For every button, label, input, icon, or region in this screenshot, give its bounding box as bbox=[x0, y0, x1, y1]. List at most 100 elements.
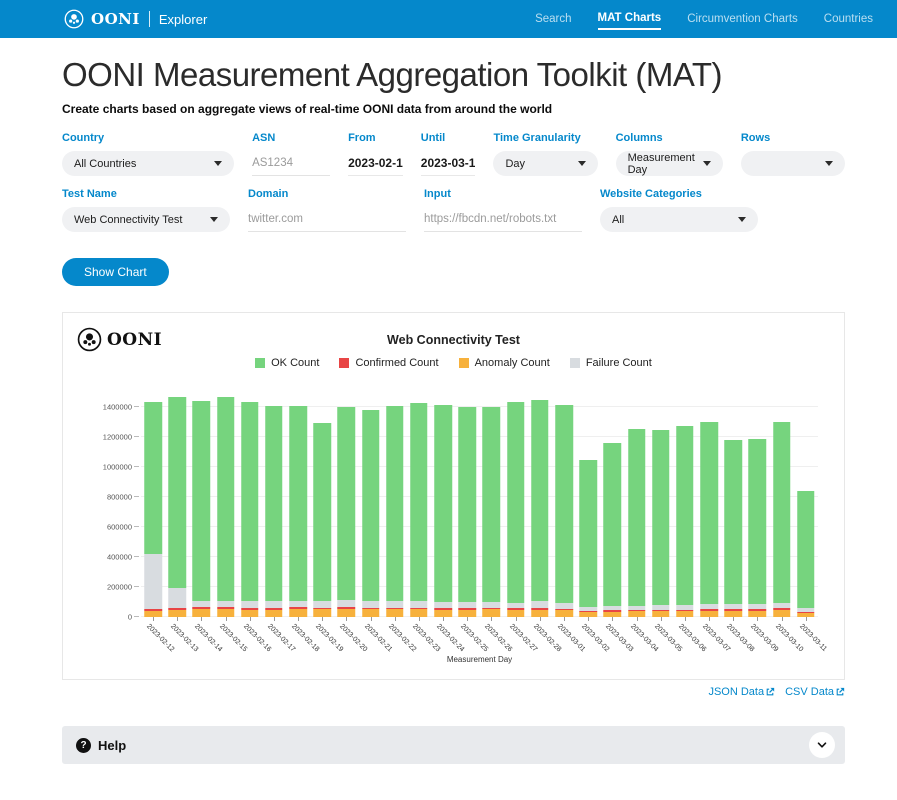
bar-2023-02-28[interactable] bbox=[531, 400, 549, 617]
bar-segment-ok-count[interactable] bbox=[749, 439, 767, 604]
bar-segment-ok-count[interactable] bbox=[797, 491, 815, 608]
bar-2023-02-25[interactable] bbox=[459, 407, 477, 617]
bar-segment-ok-count[interactable] bbox=[217, 397, 235, 600]
bar-segment-anomaly-count[interactable] bbox=[797, 613, 815, 617]
bar-segment-ok-count[interactable] bbox=[531, 400, 549, 602]
bar-segment-failure-count[interactable] bbox=[169, 588, 187, 608]
bar-segment-anomaly-count[interactable] bbox=[579, 612, 597, 617]
bar-2023-02-27[interactable] bbox=[507, 402, 525, 617]
bar-segment-ok-count[interactable] bbox=[410, 403, 428, 601]
bar-segment-ok-count[interactable] bbox=[483, 407, 501, 602]
bar-segment-ok-count[interactable] bbox=[289, 406, 307, 601]
bar-segment-anomaly-count[interactable] bbox=[555, 610, 573, 617]
until-date-input[interactable] bbox=[421, 151, 476, 176]
country-select[interactable]: All Countries bbox=[62, 151, 234, 176]
bar-segment-anomaly-count[interactable] bbox=[604, 612, 622, 617]
bar-segment-failure-count[interactable] bbox=[314, 601, 332, 608]
bar-segment-failure-count[interactable] bbox=[144, 554, 162, 609]
bar-segment-anomaly-count[interactable] bbox=[749, 611, 767, 617]
bar-segment-anomaly-count[interactable] bbox=[700, 611, 718, 617]
bar-segment-anomaly-count[interactable] bbox=[434, 610, 452, 617]
bar-2023-03-01[interactable] bbox=[555, 405, 573, 617]
bar-segment-anomaly-count[interactable] bbox=[628, 611, 646, 617]
nav-mat-charts[interactable]: MAT Charts bbox=[598, 8, 662, 30]
nav-circumvention-charts[interactable]: Circumvention Charts bbox=[687, 9, 798, 29]
bar-segment-ok-count[interactable] bbox=[773, 422, 791, 603]
bar-2023-02-18[interactable] bbox=[289, 406, 307, 617]
bar-2023-03-10[interactable] bbox=[773, 422, 791, 617]
bar-2023-02-12[interactable] bbox=[144, 402, 162, 617]
bar-segment-anomaly-count[interactable] bbox=[386, 609, 404, 617]
bar-segment-ok-count[interactable] bbox=[507, 402, 525, 603]
bar-2023-02-21[interactable] bbox=[362, 410, 380, 617]
bar-segment-ok-count[interactable] bbox=[386, 406, 404, 602]
bar-segment-failure-count[interactable] bbox=[217, 601, 235, 608]
bar-segment-ok-count[interactable] bbox=[314, 423, 332, 601]
rows-select[interactable] bbox=[741, 151, 845, 176]
bar-segment-anomaly-count[interactable] bbox=[217, 609, 235, 617]
bar-2023-03-07[interactable] bbox=[700, 422, 718, 617]
bar-segment-anomaly-count[interactable] bbox=[241, 610, 259, 618]
bar-segment-ok-count[interactable] bbox=[628, 429, 646, 606]
bar-2023-03-08[interactable] bbox=[724, 440, 742, 617]
bar-segment-ok-count[interactable] bbox=[434, 405, 452, 603]
bar-2023-03-05[interactable] bbox=[652, 430, 670, 617]
bar-segment-anomaly-count[interactable] bbox=[483, 609, 501, 617]
columns-select[interactable]: Measurement Day bbox=[616, 151, 723, 176]
bar-2023-02-16[interactable] bbox=[241, 402, 259, 617]
bar-2023-03-11[interactable] bbox=[797, 491, 815, 617]
from-date-input[interactable] bbox=[348, 151, 403, 176]
bar-segment-ok-count[interactable] bbox=[362, 410, 380, 601]
bar-segment-anomaly-count[interactable] bbox=[459, 610, 477, 618]
test-name-select[interactable]: Web Connectivity Test bbox=[62, 207, 230, 232]
bar-2023-03-02[interactable] bbox=[579, 460, 597, 617]
help-expand-button[interactable] bbox=[809, 732, 835, 758]
nav-countries[interactable]: Countries bbox=[824, 9, 873, 29]
bar-segment-anomaly-count[interactable] bbox=[193, 609, 211, 617]
bar-2023-03-09[interactable] bbox=[749, 439, 767, 617]
website-categories-select[interactable]: All bbox=[600, 207, 758, 232]
bar-segment-failure-count[interactable] bbox=[338, 600, 356, 607]
show-chart-button[interactable]: Show Chart bbox=[62, 258, 169, 286]
bar-segment-ok-count[interactable] bbox=[700, 422, 718, 604]
bar-segment-anomaly-count[interactable] bbox=[507, 610, 525, 617]
bar-segment-anomaly-count[interactable] bbox=[144, 611, 162, 617]
bar-segment-failure-count[interactable] bbox=[193, 601, 211, 608]
bar-2023-03-06[interactable] bbox=[676, 426, 694, 617]
bar-2023-02-17[interactable] bbox=[265, 406, 283, 617]
bar-segment-ok-count[interactable] bbox=[724, 440, 742, 604]
bar-segment-ok-count[interactable] bbox=[579, 460, 597, 606]
bar-2023-02-14[interactable] bbox=[193, 401, 211, 617]
json-data-link[interactable]: JSON Data bbox=[708, 686, 775, 698]
bar-segment-anomaly-count[interactable] bbox=[362, 609, 380, 617]
bar-segment-anomaly-count[interactable] bbox=[289, 609, 307, 617]
asn-input[interactable] bbox=[252, 151, 330, 176]
bar-2023-03-04[interactable] bbox=[628, 429, 646, 617]
bar-segment-anomaly-count[interactable] bbox=[531, 610, 549, 618]
bar-segment-ok-count[interactable] bbox=[604, 443, 622, 607]
nav-search[interactable]: Search bbox=[535, 9, 571, 29]
bar-segment-anomaly-count[interactable] bbox=[169, 610, 187, 617]
bar-2023-02-19[interactable] bbox=[314, 423, 332, 617]
bar-segment-ok-count[interactable] bbox=[144, 402, 162, 554]
bar-segment-anomaly-count[interactable] bbox=[773, 610, 791, 617]
domain-input[interactable] bbox=[248, 207, 406, 232]
bar-2023-02-24[interactable] bbox=[434, 405, 452, 617]
bar-2023-02-23[interactable] bbox=[410, 403, 428, 617]
bar-2023-02-15[interactable] bbox=[217, 397, 235, 617]
bar-2023-02-22[interactable] bbox=[386, 406, 404, 617]
bar-segment-failure-count[interactable] bbox=[265, 601, 283, 608]
csv-data-link[interactable]: CSV Data bbox=[785, 686, 845, 698]
help-accordion[interactable]: ? Help bbox=[62, 726, 845, 764]
bar-segment-ok-count[interactable] bbox=[241, 402, 259, 601]
bar-segment-failure-count[interactable] bbox=[289, 601, 307, 608]
bar-segment-ok-count[interactable] bbox=[676, 426, 694, 605]
bar-segment-anomaly-count[interactable] bbox=[676, 611, 694, 617]
bar-segment-ok-count[interactable] bbox=[338, 407, 356, 600]
bar-segment-failure-count[interactable] bbox=[241, 601, 259, 608]
bar-segment-ok-count[interactable] bbox=[459, 407, 477, 602]
bar-segment-ok-count[interactable] bbox=[555, 405, 573, 603]
bar-segment-anomaly-count[interactable] bbox=[265, 610, 283, 617]
bar-2023-02-13[interactable] bbox=[169, 397, 187, 617]
bar-segment-ok-count[interactable] bbox=[169, 397, 187, 588]
